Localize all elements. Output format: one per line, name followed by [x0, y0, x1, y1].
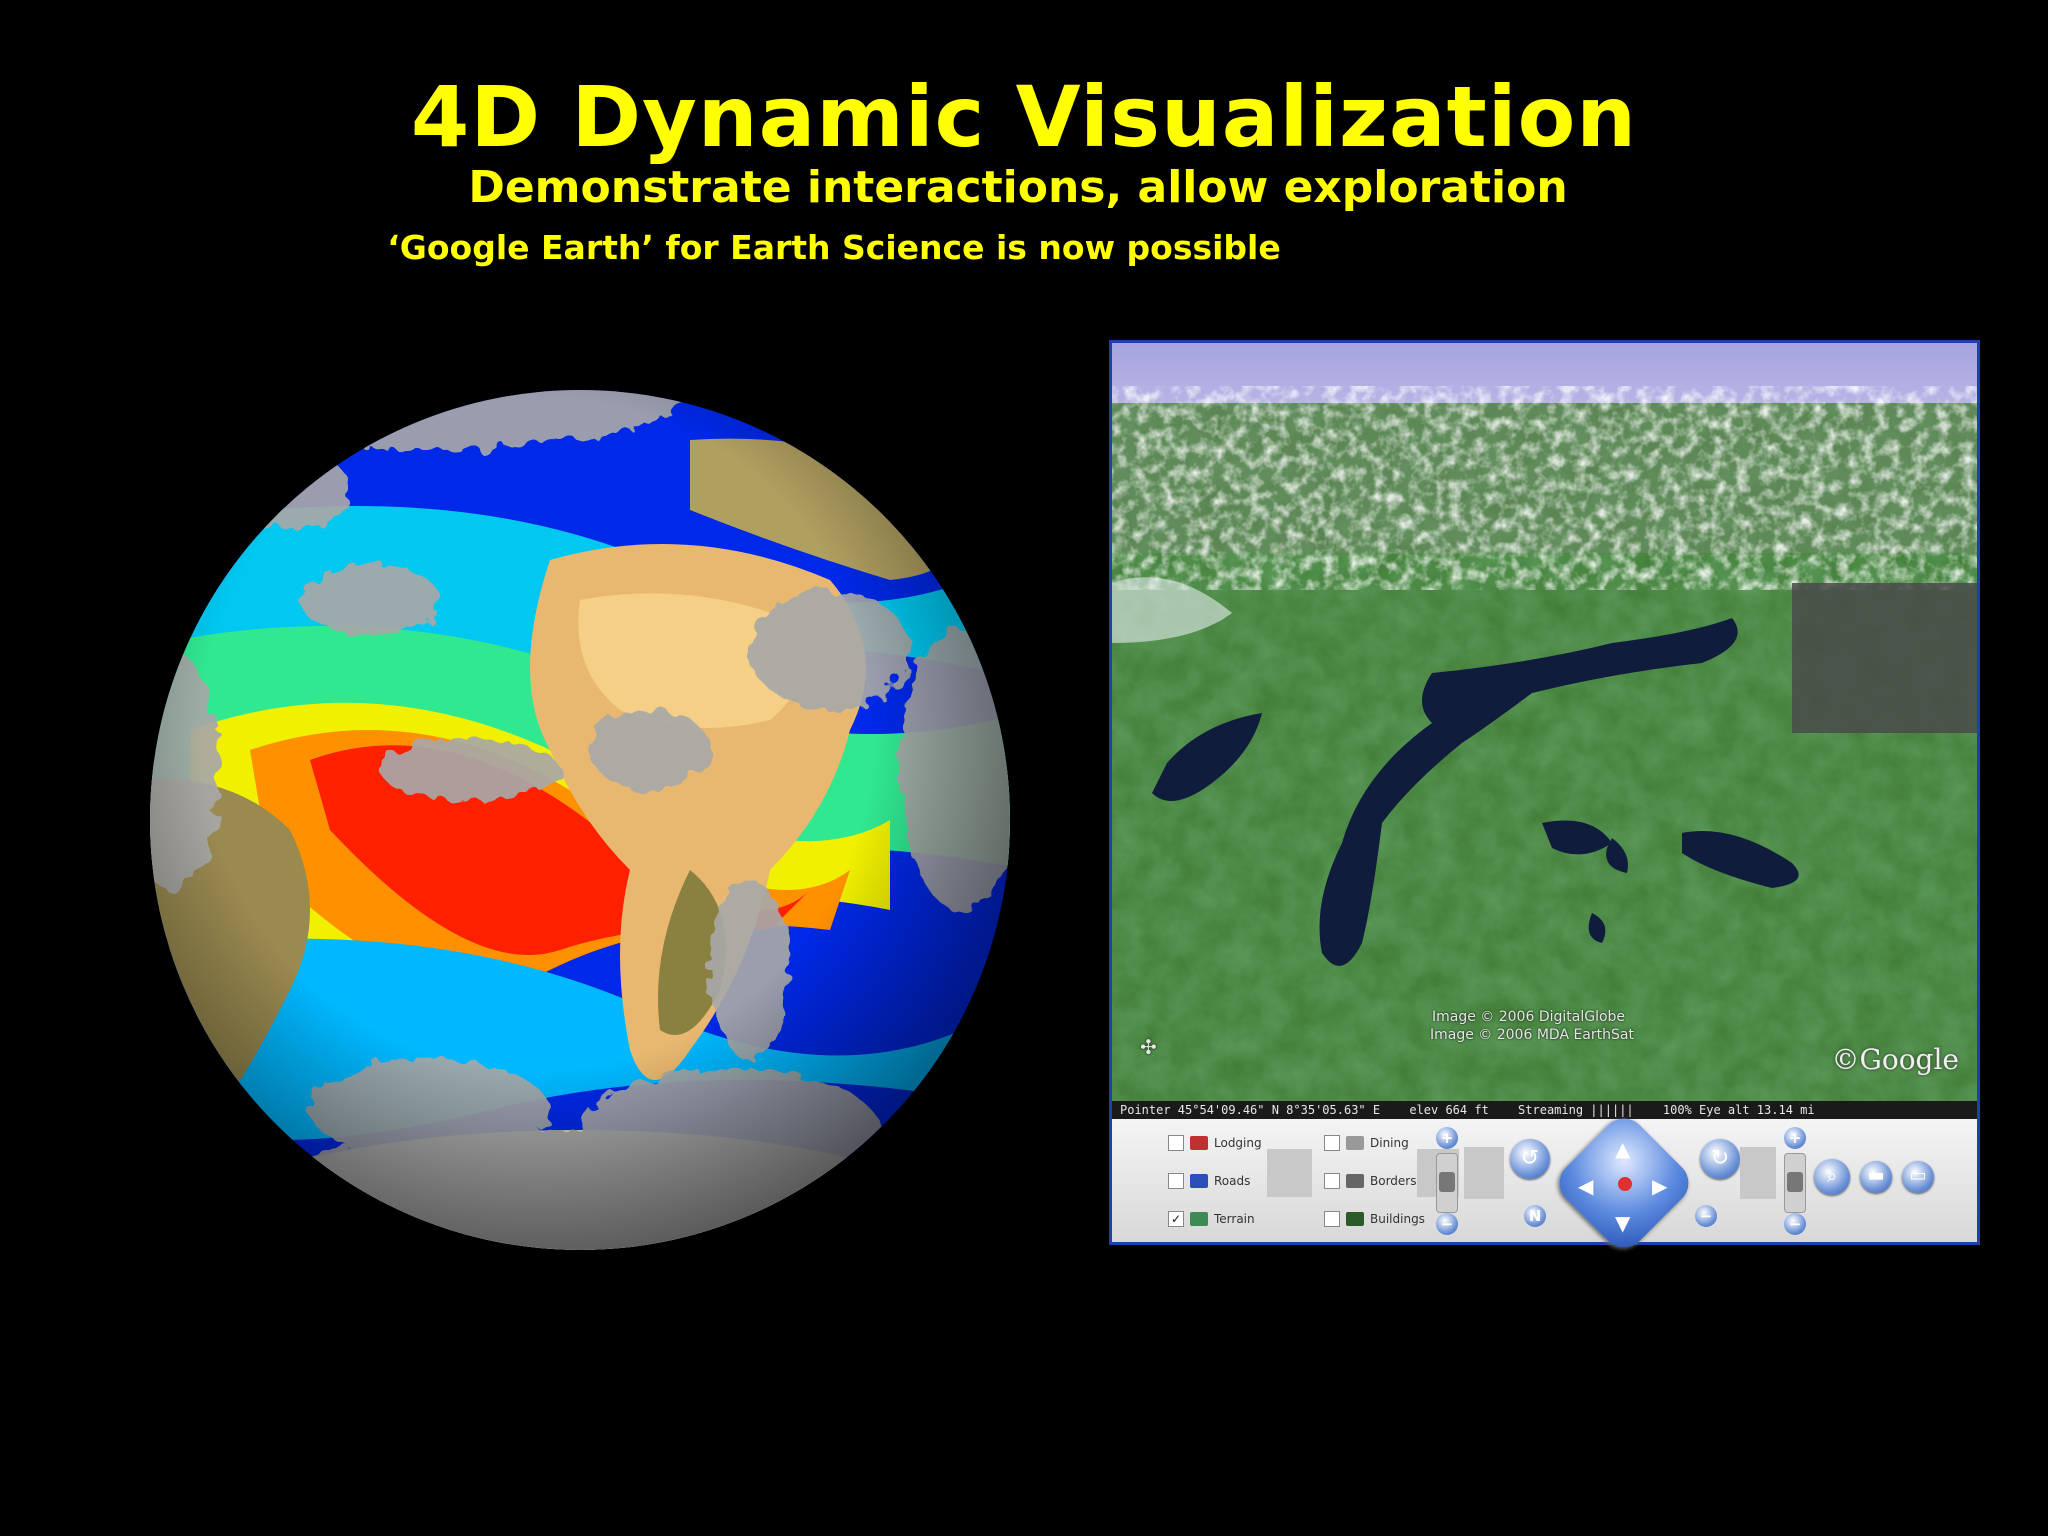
tilt-down-button[interactable]: − [1436, 1213, 1458, 1235]
elevation-readout: elev 664 ft [1409, 1103, 1489, 1117]
rotate-right-button[interactable]: ↻ [1700, 1139, 1740, 1179]
buildings-icon [1346, 1212, 1364, 1226]
layer-checkbox[interactable] [1324, 1211, 1340, 1227]
maximize-icon[interactable]: ▭ [1902, 1161, 1934, 1193]
imagery-credit-earthsat: Image © 2006 MDA EarthSat [1430, 1027, 1634, 1043]
streaming-indicator: Streaming |||||| [1518, 1103, 1634, 1117]
layer-terrain[interactable]: ✓ Terrain [1168, 1207, 1255, 1231]
layer-borders[interactable]: Borders [1324, 1169, 1416, 1193]
zoom-in-button[interactable]: + [1784, 1127, 1806, 1149]
minimize-icon[interactable]: ▬ [1860, 1161, 1892, 1193]
google-earth-window[interactable]: Image © 2006 DigitalGlobe Image © 2006 M… [1109, 340, 1980, 1257]
eye-altitude-readout: 100% Eye alt 13.14 mi [1662, 1103, 1815, 1117]
compass-icon: ✣ [1140, 1035, 1157, 1059]
borders-icon [1346, 1174, 1364, 1188]
google-earth-3d-view[interactable]: Image © 2006 DigitalGlobe Image © 2006 M… [1112, 343, 1977, 1101]
pan-right-icon[interactable]: ▶ [1652, 1174, 1667, 1198]
north-up-button[interactable]: N [1524, 1205, 1546, 1227]
pan-down-icon[interactable]: ▼ [1615, 1211, 1630, 1235]
terrain-icon [1190, 1212, 1208, 1226]
layer-lodging[interactable]: Lodging [1168, 1131, 1262, 1155]
roads-icon [1190, 1174, 1208, 1188]
dining-icon [1346, 1136, 1364, 1150]
layer-checkbox[interactable] [1168, 1135, 1184, 1151]
slide-subtitle: Demonstrate interactions, allow explorat… [468, 162, 1568, 213]
terrain-image [1112, 343, 1977, 1101]
layer-checkbox[interactable] [1324, 1135, 1340, 1151]
divider [1267, 1149, 1312, 1197]
layer-checkbox[interactable] [1168, 1173, 1184, 1189]
globe-visualization [130, 350, 1030, 1280]
zoom-out-button[interactable]: − [1784, 1213, 1806, 1235]
pan-left-icon[interactable]: ◀ [1578, 1174, 1593, 1198]
status-bar: Pointer 45°54'09.46" N 8°35'05.63" E ele… [1112, 1101, 1977, 1119]
layer-checkbox[interactable]: ✓ [1168, 1211, 1184, 1227]
reset-button[interactable]: − [1695, 1205, 1717, 1227]
slide-title: 4D Dynamic Visualization [410, 68, 1638, 166]
pointer-coordinates: Pointer 45°54'09.46" N 8°35'05.63" E [1120, 1103, 1381, 1117]
pan-up-icon[interactable]: ▲ [1615, 1137, 1630, 1161]
imagery-credit-digitalglobe: Image © 2006 DigitalGlobe [1432, 1009, 1626, 1025]
rotate-left-button[interactable]: ↺ [1510, 1139, 1550, 1179]
divider [1464, 1147, 1504, 1199]
tilt-up-button[interactable]: + [1436, 1127, 1458, 1149]
layer-checkbox[interactable] [1324, 1173, 1340, 1189]
lodging-icon [1190, 1136, 1208, 1150]
layer-dining[interactable]: Dining [1324, 1131, 1409, 1155]
layer-roads[interactable]: Roads [1168, 1169, 1250, 1193]
divider [1740, 1147, 1776, 1199]
search-icon[interactable]: ⌕ [1814, 1159, 1850, 1195]
google-logo: ©Google [1831, 1043, 1959, 1076]
slide-tagline: ‘Google Earth’ for Earth Science is now … [387, 228, 1281, 267]
layer-buildings[interactable]: Buildings [1324, 1207, 1425, 1231]
navigation-controls: Lodging Roads ✓ Terrain Dining Borders B… [1112, 1109, 1977, 1257]
center-icon[interactable] [1618, 1177, 1632, 1191]
globe-image [150, 390, 1010, 1250]
zoom-slider[interactable] [1784, 1153, 1806, 1213]
tilt-slider[interactable] [1436, 1153, 1458, 1213]
